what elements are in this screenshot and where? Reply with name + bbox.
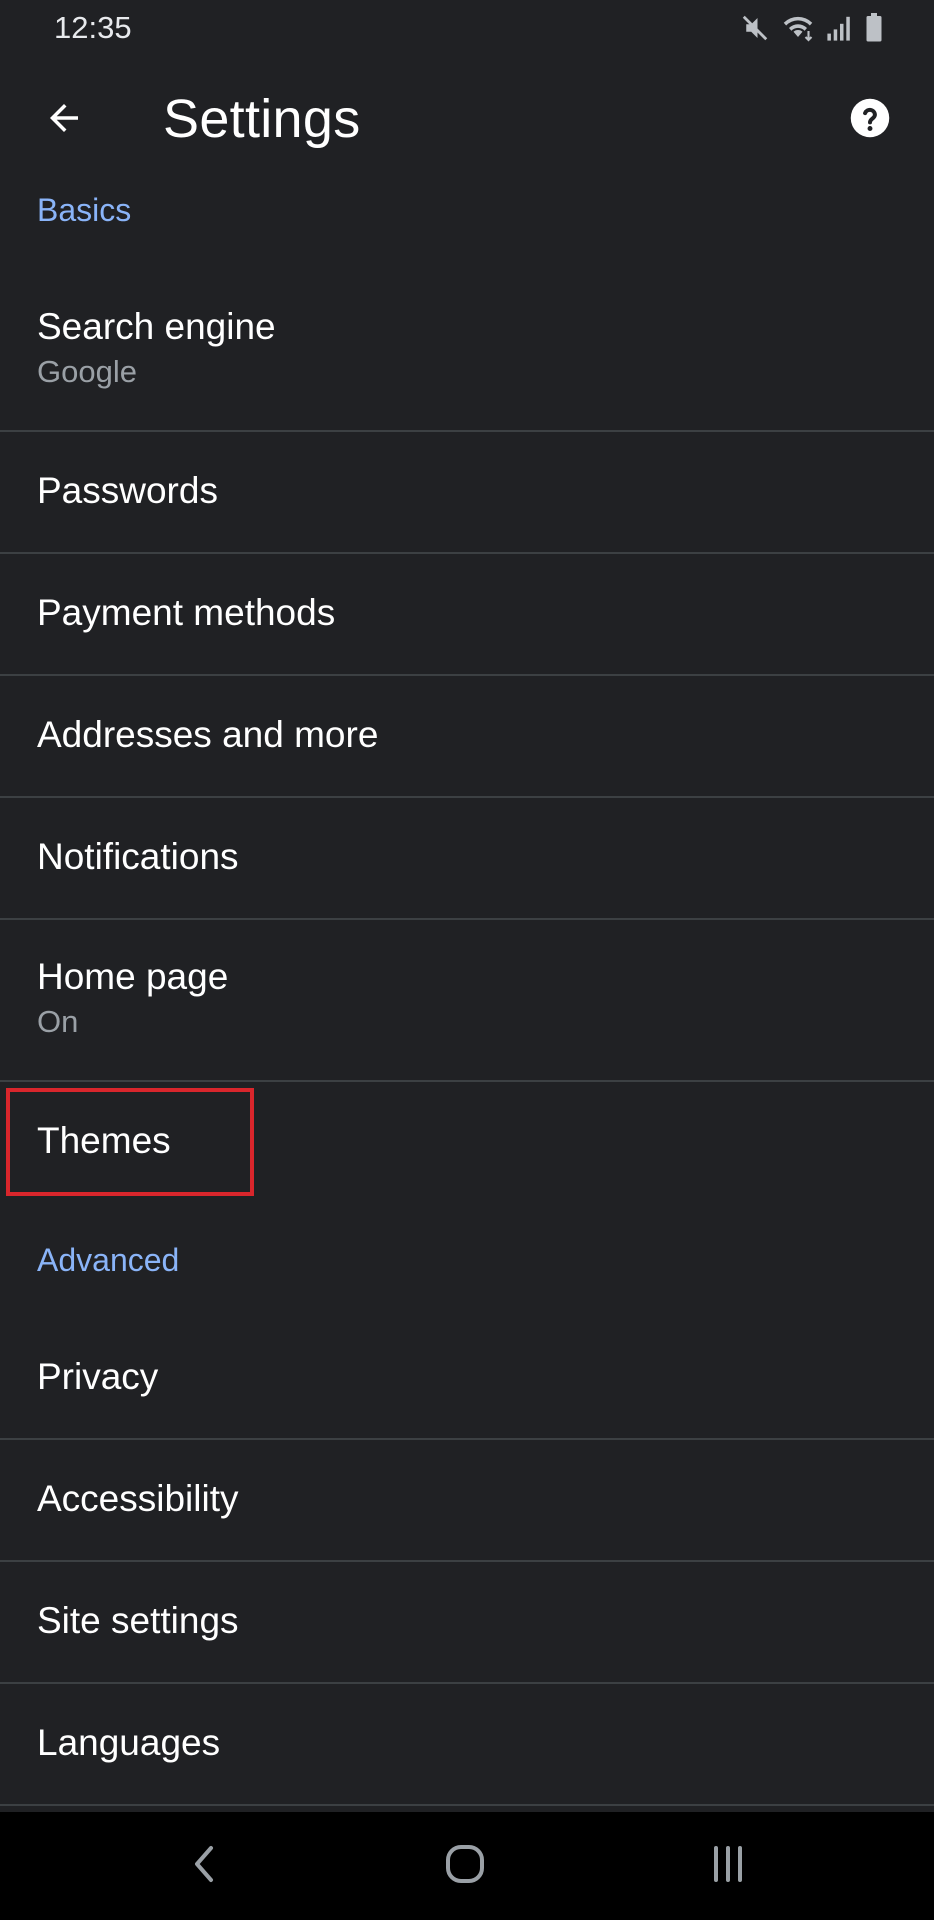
settings-item-title: Languages [37,1722,221,1763]
settings-item-search-engine[interactable]: Search engine Google [0,270,934,432]
settings-item-title: Addresses and more [37,714,379,755]
settings-item-title: Passwords [37,470,218,511]
settings-item-addresses[interactable]: Addresses and more [0,676,934,798]
settings-item-title: Accessibility [37,1478,239,1519]
settings-item-summary: On [37,1004,79,1039]
settings-item-title: Privacy [37,1356,159,1397]
settings-item-notifications[interactable]: Notifications [0,798,934,920]
nav-recents-button[interactable] [688,1836,768,1896]
settings-item-accessibility[interactable]: Accessibility [0,1440,934,1562]
nav-back-button[interactable] [164,1836,244,1896]
settings-item-title: Home page [37,956,229,997]
settings-item-home-page[interactable]: Home page On [0,920,934,1082]
help-button[interactable] [840,90,900,150]
nav-home-button[interactable] [425,1836,505,1896]
settings-item-site-settings[interactable]: Site settings [0,1562,934,1684]
section-header-advanced: Advanced [37,1242,180,1278]
nav-back-icon [189,1842,219,1891]
settings-item-title: Site settings [37,1600,239,1641]
back-button[interactable] [30,86,98,154]
status-bar: 12:35 [0,0,934,56]
settings-item-title: Payment methods [37,592,336,633]
arrow-back-icon [43,97,85,144]
settings-item-title: Search engine [37,306,276,347]
page-title: Settings [163,89,361,149]
settings-item-payment-methods[interactable]: Payment methods [0,554,934,676]
settings-item-languages[interactable]: Languages [0,1684,934,1806]
section-header-basics: Basics [37,192,132,228]
settings-item-title: Notifications [37,836,239,877]
app-bar: Settings [0,60,934,176]
settings-item-summary: Google [37,354,137,389]
battery-icon [864,13,884,43]
system-nav-bar [0,1812,934,1920]
status-icons [740,10,884,46]
help-icon [849,97,891,144]
mute-icon [740,13,770,43]
status-time: 12:35 [54,10,132,45]
nav-home-icon [443,1842,487,1891]
highlight-box [6,1088,254,1196]
nav-recents-icon [708,1844,748,1889]
signal-icon [826,13,854,43]
settings-item-privacy[interactable]: Privacy [0,1318,934,1440]
wifi-icon [780,13,816,43]
settings-item-passwords[interactable]: Passwords [0,432,934,554]
